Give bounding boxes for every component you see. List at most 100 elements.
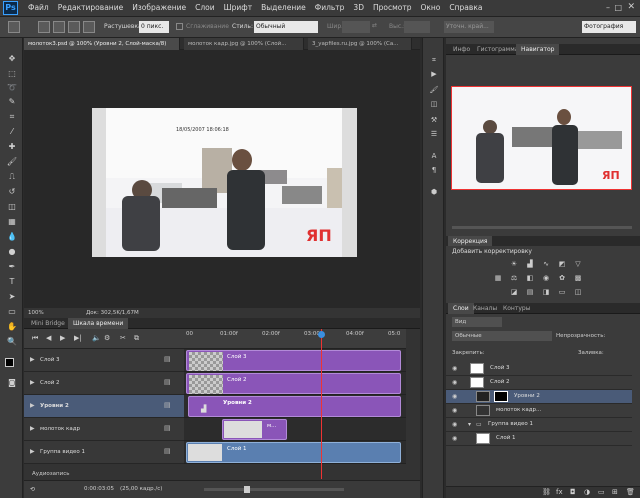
tab-mini-bridge[interactable]: Mini Bridge <box>26 318 70 329</box>
brush-presets-icon[interactable]: 🖌 <box>428 86 440 96</box>
mute-icon[interactable]: 🔈 <box>92 334 101 342</box>
film-icon[interactable]: ▤ <box>164 401 171 409</box>
quick-select-tool-icon[interactable]: ✎ <box>6 97 18 107</box>
gradient-tool-icon[interactable]: ▦ <box>6 217 18 227</box>
audio-track[interactable]: Аудиозапись <box>24 468 184 480</box>
zoom-level[interactable]: 100% <box>28 310 44 316</box>
doc-tab-2[interactable]: молоток кадр.jpg @ 100% (Слой... <box>184 38 304 50</box>
selective-color-icon[interactable]: ◫ <box>574 288 582 296</box>
character-icon[interactable]: A <box>428 152 440 162</box>
brush-tool-icon[interactable]: 🖌 <box>6 157 18 167</box>
menu-file[interactable]: Файл <box>28 3 49 12</box>
properties-icon[interactable]: ☰ <box>428 130 440 140</box>
playhead-line[interactable] <box>321 329 322 479</box>
style-select[interactable]: Обычный <box>254 21 318 33</box>
adjustment-icon[interactable]: ◑ <box>584 488 590 496</box>
expand-icon[interactable]: ▶ <box>30 425 35 432</box>
tab-timeline[interactable]: Шкала времени <box>68 318 129 329</box>
pen-tool-icon[interactable]: ✒ <box>6 262 18 272</box>
doc-tab-active[interactable]: молоток3.psd @ 100% (Уровни 2, Слой-маск… <box>24 38 180 50</box>
convert-icon[interactable]: ⟲ <box>30 486 35 493</box>
lasso-tool-icon[interactable]: ➰ <box>6 83 18 93</box>
clone-source-icon[interactable]: ◫ <box>428 100 440 110</box>
visibility-eye-icon[interactable]: ◉ <box>452 407 457 414</box>
track-layer-3[interactable]: ▶ Слой 3 ▤ <box>24 349 184 372</box>
width-input[interactable] <box>342 21 370 33</box>
layer-group-row[interactable]: ◉ ▾ ▭ Группа видео 1 <box>446 418 632 432</box>
layer-row[interactable]: ◉ Слой 3 <box>446 362 632 376</box>
next-frame-icon[interactable]: ▶| <box>74 334 82 342</box>
tab-channels[interactable]: Каналы <box>468 303 502 314</box>
link-icon[interactable]: ⛓ <box>542 488 551 496</box>
threshold-icon[interactable]: ◨ <box>542 288 550 296</box>
history-brush-icon[interactable]: ↺ <box>6 187 18 197</box>
expand-icon[interactable]: ▶ <box>30 402 35 409</box>
workspace-select[interactable]: Фотография <box>582 21 636 33</box>
film-icon[interactable]: ▤ <box>164 424 171 432</box>
doc-tab-3[interactable]: 3_yapfiles.ru.jpg @ 100% (Са... <box>308 38 412 50</box>
layer-filter-select[interactable]: Вид <box>452 317 502 327</box>
channel-mixer-icon[interactable]: ✿ <box>558 274 566 282</box>
expand-icon[interactable]: ▶ <box>30 356 35 363</box>
document-canvas[interactable]: 18/05/2007 18:06:18 ЯП <box>92 108 357 257</box>
delete-icon[interactable]: 🗑 <box>626 488 635 496</box>
posterize-icon[interactable]: ▤ <box>526 288 534 296</box>
play-icon[interactable]: ▶ <box>60 334 65 342</box>
color-balance-icon[interactable]: ⚖ <box>510 274 518 282</box>
color-lookup-icon[interactable]: ▩ <box>574 274 582 282</box>
timeline-ruler[interactable]: 00 01:00f 02:00f 03:00f 04:00f 05:0 <box>184 329 406 349</box>
subtract-selection-icon[interactable] <box>68 21 80 33</box>
menu-help[interactable]: Справка <box>449 3 482 12</box>
curves-icon[interactable]: ∿ <box>542 260 550 268</box>
clip-hammer-frame[interactable]: м... <box>222 419 287 440</box>
bw-icon[interactable]: ◧ <box>526 274 534 282</box>
film-icon[interactable]: ▤ <box>164 378 171 386</box>
tab-navigator[interactable]: Навигатор <box>516 44 560 55</box>
expand-icon[interactable]: ▶ <box>30 379 35 386</box>
close-icon[interactable]: ✕ <box>627 2 635 12</box>
navigator-thumbnail[interactable]: ЯП <box>451 86 632 190</box>
actions-icon[interactable]: ▶ <box>428 70 440 80</box>
marquee-preset-icon[interactable] <box>8 21 20 33</box>
maximize-icon[interactable]: □ <box>614 3 622 12</box>
menu-3d[interactable]: 3D <box>353 3 364 12</box>
foreground-color-swatch[interactable] <box>5 358 14 367</box>
group-expand-icon[interactable]: ▾ <box>468 421 471 428</box>
vibrance-icon[interactable]: ▽ <box>574 260 582 268</box>
intersect-selection-icon[interactable] <box>83 21 95 33</box>
layer-row[interactable]: ◉ Слой 1 <box>446 432 632 446</box>
expand-icon[interactable]: ▶ <box>30 448 35 455</box>
eraser-tool-icon[interactable]: ◫ <box>6 202 18 212</box>
exposure-icon[interactable]: ◩ <box>558 260 566 268</box>
stamp-tool-icon[interactable]: ⎍ <box>6 172 18 182</box>
photo-filter-icon[interactable]: ◉ <box>542 274 550 282</box>
playhead-handle[interactable] <box>318 331 325 338</box>
visibility-eye-icon[interactable]: ◉ <box>452 393 457 400</box>
menu-window[interactable]: Окно <box>420 3 440 12</box>
levels-adj-icon[interactable]: ▟ <box>526 260 534 268</box>
layer-row[interactable]: ◉ Слой 2 <box>446 376 632 390</box>
invert-icon[interactable]: ◪ <box>510 288 518 296</box>
zoom-slider-handle[interactable] <box>244 486 250 493</box>
navigator-zoom-slider[interactable] <box>452 226 632 229</box>
visibility-eye-icon[interactable]: ◉ <box>452 365 457 372</box>
menu-edit[interactable]: Редактирование <box>58 3 123 12</box>
track-hammer-frame[interactable]: ▶ молоток кадр ▤ <box>24 418 184 441</box>
feather-input[interactable]: 0 пикс. <box>139 21 169 33</box>
clip-layer-1[interactable]: Слой 1 <box>186 442 401 463</box>
menu-layers[interactable]: Слои <box>195 3 215 12</box>
path-select-icon[interactable]: ➤ <box>6 292 18 302</box>
hue-sat-icon[interactable]: ▦ <box>494 274 502 282</box>
group-icon[interactable]: ▭ <box>598 488 605 496</box>
menu-view[interactable]: Просмотр <box>373 3 412 12</box>
blend-mode-select[interactable]: Обычные <box>452 331 552 341</box>
clip-levels-2[interactable]: Уровни 2 ▟ <box>188 396 401 417</box>
visibility-eye-icon[interactable]: ◉ <box>452 421 457 428</box>
swap-icon[interactable]: ⇄ <box>372 22 377 29</box>
refine-edge-button[interactable]: Уточн. край... <box>444 21 494 33</box>
menu-type[interactable]: Шрифт <box>224 3 252 12</box>
settings-icon[interactable]: ⚙ <box>104 334 110 342</box>
zoom-tool-icon[interactable]: 🔍 <box>6 337 18 347</box>
paragraph-icon[interactable]: ¶ <box>428 166 440 176</box>
fx-icon[interactable]: fx <box>556 488 563 496</box>
